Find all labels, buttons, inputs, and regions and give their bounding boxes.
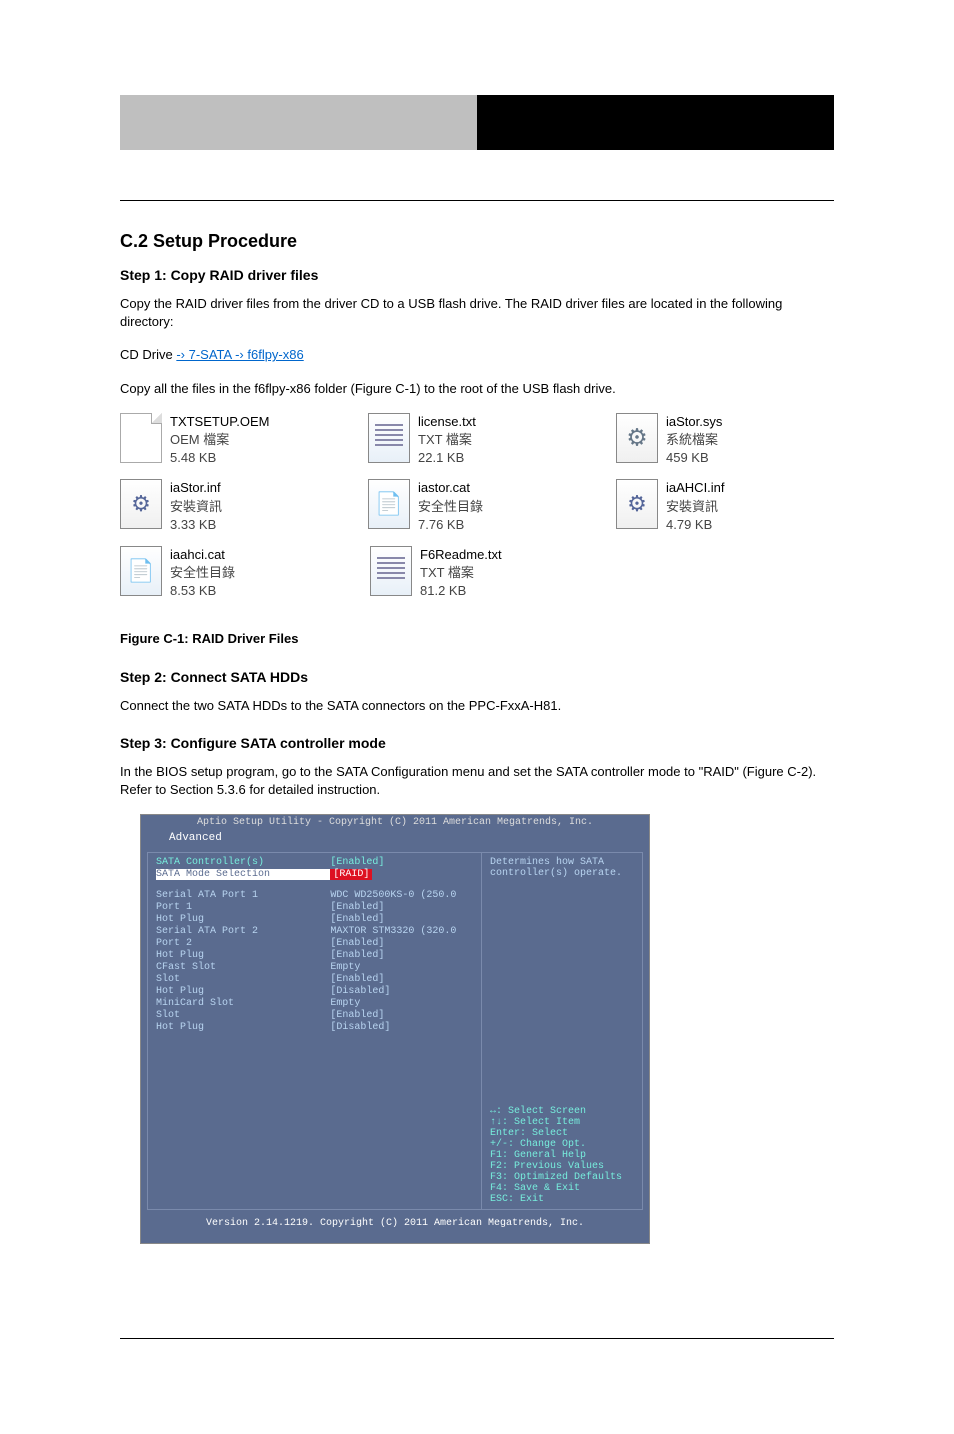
file-item[interactable]: iaahci.cat 安全性目錄 8.53 KB	[120, 546, 340, 601]
path-link[interactable]: -› 7-SATA -› f6flpy-x86	[176, 347, 303, 362]
bottom-divider	[120, 1338, 834, 1339]
bios-screenshot: Aptio Setup Utility - Copyright (C) 2011…	[140, 814, 650, 1244]
file-size: 8.53 KB	[170, 582, 235, 600]
file-size: 459 KB	[666, 449, 722, 467]
file-name: iaStor.sys	[666, 413, 722, 431]
text-file-icon	[370, 546, 412, 596]
file-row: iaahci.cat 安全性目錄 8.53 KB F6Readme.txt TX…	[120, 546, 834, 601]
file-item[interactable]: iaStor.sys 系統檔案 459 KB	[616, 413, 834, 468]
step2-paragraph: Connect the two SATA HDDs to the SATA co…	[120, 697, 834, 715]
file-name: TXTSETUP.OEM	[170, 413, 269, 431]
figure1-caption: Figure C-1: RAID Driver Files	[120, 630, 834, 648]
file-row: TXTSETUP.OEM OEM 檔案 5.48 KB license.txt …	[120, 413, 834, 468]
header-right-block	[477, 95, 834, 150]
step1-paragraph2: Copy all the files in the f6flpy-x86 fol…	[120, 380, 834, 398]
bios-left-pane: SATA Controller(s)[Enabled] SATA Mode Se…	[147, 852, 482, 1210]
bios-selected-item: SATA Mode Selection	[156, 869, 330, 880]
file-name: license.txt	[418, 413, 476, 431]
inf-file-icon	[120, 479, 162, 529]
file-type: OEM 檔案	[170, 431, 269, 449]
file-name: F6Readme.txt	[420, 546, 502, 564]
bios-title: Aptio Setup Utility - Copyright (C) 2011…	[141, 815, 649, 830]
cat-file-icon	[120, 546, 162, 596]
file-item[interactable]: F6Readme.txt TXT 檔案 81.2 KB	[370, 546, 590, 601]
page-content: C.2 Setup Procedure Step 1: Copy RAID dr…	[120, 160, 834, 1264]
file-type: 安全性目錄	[170, 564, 235, 582]
step1-path: CD Drive -› 7-SATA -› f6flpy-x86	[120, 346, 834, 364]
file-item[interactable]: license.txt TXT 檔案 22.1 KB	[368, 413, 586, 468]
step3-paragraph: In the BIOS setup program, go to the SAT…	[120, 763, 834, 799]
step3-label: Step 3: Configure SATA controller mode	[120, 735, 834, 751]
file-size: 4.79 KB	[666, 516, 725, 534]
file-item[interactable]: iaStor.inf 安裝資訊 3.33 KB	[120, 479, 338, 534]
file-name: iaStor.inf	[170, 479, 222, 497]
section-heading: C.2 Setup Procedure	[120, 231, 834, 252]
page-header	[120, 95, 834, 150]
cat-file-icon	[368, 479, 410, 529]
file-name: iaAHCI.inf	[666, 479, 725, 497]
file-listing: TXTSETUP.OEM OEM 檔案 5.48 KB license.txt …	[120, 413, 834, 601]
sys-file-icon	[616, 413, 658, 463]
header-left-block	[120, 95, 477, 150]
file-size: 5.48 KB	[170, 449, 269, 467]
bios-footer: Version 2.14.1219. Copyright (C) 2011 Am…	[141, 1216, 649, 1231]
top-divider	[120, 200, 834, 201]
file-name: iastor.cat	[418, 479, 483, 497]
file-type: TXT 檔案	[420, 564, 502, 582]
step1-label: Step 1: Copy RAID driver files	[120, 267, 834, 283]
file-size: 81.2 KB	[420, 582, 502, 600]
file-type: 安全性目錄	[418, 498, 483, 516]
bios-tab-advanced: Advanced	[159, 830, 232, 846]
file-item[interactable]: TXTSETUP.OEM OEM 檔案 5.48 KB	[120, 413, 338, 468]
file-size: 7.76 KB	[418, 516, 483, 534]
file-item[interactable]: iastor.cat 安全性目錄 7.76 KB	[368, 479, 586, 534]
file-row: iaStor.inf 安裝資訊 3.33 KB iastor.cat 安全性目錄…	[120, 479, 834, 534]
file-type: 安裝資訊	[666, 498, 725, 516]
step2-label: Step 2: Connect SATA HDDs	[120, 669, 834, 685]
step1-paragraph: Copy the RAID driver files from the driv…	[120, 295, 834, 331]
file-type: TXT 檔案	[418, 431, 476, 449]
file-type: 安裝資訊	[170, 498, 222, 516]
file-type: 系統檔案	[666, 431, 722, 449]
file-name: iaahci.cat	[170, 546, 235, 564]
file-icon	[120, 413, 162, 463]
file-size: 22.1 KB	[418, 449, 476, 467]
path-prefix: CD Drive	[120, 347, 176, 362]
inf-file-icon	[616, 479, 658, 529]
text-file-icon	[368, 413, 410, 463]
bios-help-pane: Determines how SATA controller(s) operat…	[482, 852, 643, 1210]
file-item[interactable]: iaAHCI.inf 安裝資訊 4.79 KB	[616, 479, 834, 534]
file-size: 3.33 KB	[170, 516, 222, 534]
